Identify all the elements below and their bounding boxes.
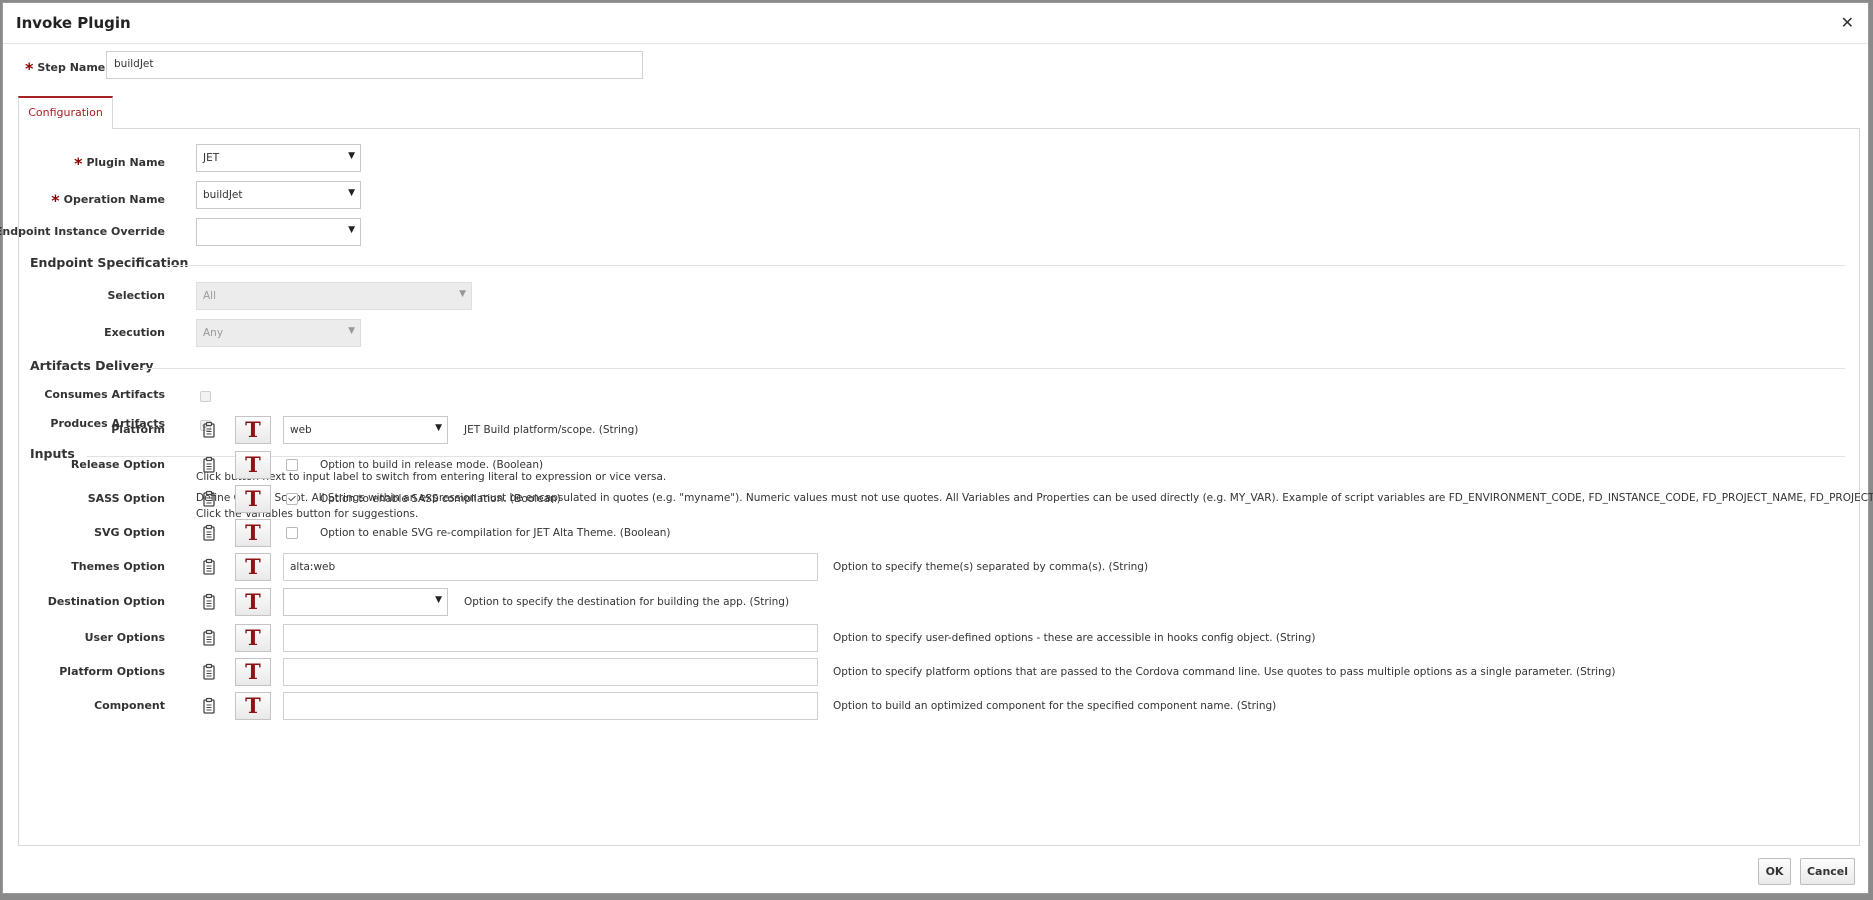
operation-name-select[interactable]: buildJet ▼ bbox=[196, 181, 361, 209]
platform-options-description: Option to specify platform options that … bbox=[833, 666, 1616, 678]
step-name-label-text: Step Name bbox=[37, 61, 106, 74]
platform-description: JET Build platform/scope. (String) bbox=[464, 424, 639, 436]
clipboard-icon[interactable] bbox=[202, 524, 216, 542]
plugin-name-select[interactable]: JET ▼ bbox=[196, 144, 361, 172]
svg-option-description: Option to enable SVG re-compilation for … bbox=[320, 527, 671, 539]
tab-configuration[interactable]: Configuration bbox=[18, 96, 113, 129]
component-description: Option to build an optimized component f… bbox=[833, 700, 1277, 712]
themes-option-input[interactable]: alta:web bbox=[283, 553, 818, 581]
artifacts-delivery-heading: Artifacts Delivery bbox=[30, 358, 154, 373]
endpoint-override-select[interactable]: ▼ bbox=[196, 218, 361, 246]
themes-option-expression-toggle-button[interactable]: T bbox=[235, 553, 271, 581]
clipboard-icon[interactable] bbox=[202, 697, 216, 715]
component-input[interactable] bbox=[283, 692, 818, 720]
release-option-checkbox[interactable] bbox=[286, 459, 298, 471]
close-icon[interactable]: ✕ bbox=[1841, 13, 1854, 32]
configuration-panel: * Plugin Name JET ▼ * Operation Name build… bbox=[0, 128, 1873, 846]
execution-value: Any bbox=[203, 327, 224, 339]
themes-option-label: Themes Option bbox=[71, 560, 165, 573]
operation-name-label: * Operation Name bbox=[51, 188, 165, 210]
themes-option-description: Option to specify theme(s) separated by … bbox=[833, 561, 1149, 573]
destination-option-select[interactable]: ▼ bbox=[283, 588, 448, 616]
destination-option-description: Option to specify the destination for bu… bbox=[464, 596, 790, 608]
operation-name-value: buildJet bbox=[203, 189, 243, 201]
execution-select: Any ▼ bbox=[196, 319, 361, 347]
dropdown-arrow-icon: ▼ bbox=[459, 289, 466, 299]
user-options-input[interactable] bbox=[283, 624, 818, 652]
dropdown-arrow-icon: ▼ bbox=[348, 188, 355, 198]
dialog-titlebar: Invoke Plugin ✕ bbox=[3, 3, 1868, 44]
section-divider bbox=[141, 368, 1845, 369]
svg-option-checkbox[interactable] bbox=[286, 527, 298, 539]
platform-options-input[interactable] bbox=[283, 658, 818, 686]
ok-button[interactable]: OK bbox=[1758, 858, 1791, 885]
platform-expression-toggle-button[interactable]: T bbox=[235, 416, 271, 444]
dropdown-arrow-icon: ▼ bbox=[435, 423, 442, 433]
platform-value: web bbox=[290, 424, 312, 436]
dropdown-arrow-icon: ▼ bbox=[348, 225, 355, 235]
platform-options-expression-toggle-button[interactable]: T bbox=[235, 658, 271, 686]
user-options-description: Option to specify user-defined options -… bbox=[833, 632, 1316, 644]
clipboard-icon[interactable] bbox=[202, 490, 216, 508]
selection-value: All bbox=[203, 290, 217, 302]
destination-option-label: Destination Option bbox=[47, 595, 165, 608]
sass-option-expression-toggle-button[interactable]: T bbox=[235, 485, 271, 513]
required-marker: * bbox=[51, 191, 60, 210]
clipboard-icon[interactable] bbox=[202, 456, 216, 474]
clipboard-icon[interactable] bbox=[202, 593, 216, 611]
dialog-title: Invoke Plugin bbox=[16, 14, 131, 32]
inputs-heading: Inputs bbox=[30, 446, 75, 461]
release-option-expression-toggle-button[interactable]: T bbox=[235, 451, 271, 479]
step-name-label: * Step Name bbox=[25, 56, 106, 78]
plugin-name-value: JET bbox=[203, 152, 220, 164]
sass-option-checkbox[interactable] bbox=[286, 493, 298, 505]
selection-select: All ▼ bbox=[196, 282, 472, 310]
section-divider bbox=[87, 456, 1845, 457]
sass-option-label: SASS Option bbox=[87, 492, 165, 505]
plugin-name-label-text: Plugin Name bbox=[86, 156, 165, 169]
plugin-name-label: * Plugin Name bbox=[74, 151, 165, 173]
cancel-button[interactable]: Cancel bbox=[1800, 858, 1855, 885]
consumes-artifacts-label: Consumes Artifacts bbox=[44, 388, 165, 401]
required-marker: * bbox=[74, 154, 83, 173]
clipboard-icon[interactable] bbox=[202, 629, 216, 647]
variables-hint-text: Click the Variables button for suggestio… bbox=[196, 508, 419, 520]
required-marker: * bbox=[25, 59, 34, 78]
platform-select[interactable]: web ▼ bbox=[283, 416, 448, 444]
selection-label: Selection bbox=[107, 289, 165, 302]
execution-label: Execution bbox=[104, 326, 165, 339]
dropdown-arrow-icon: ▼ bbox=[435, 595, 442, 605]
platform-options-label: Platform Options bbox=[59, 665, 165, 678]
invoke-plugin-dialog: Invoke Plugin ✕ * Step Name buildJet Conf… bbox=[0, 2, 1873, 894]
dropdown-arrow-icon: ▼ bbox=[348, 151, 355, 161]
endpoint-override-label: Endpoint Instance Override bbox=[0, 225, 165, 238]
dropdown-arrow-icon: ▼ bbox=[348, 326, 355, 336]
component-expression-toggle-button[interactable]: T bbox=[235, 692, 271, 720]
clipboard-icon[interactable] bbox=[202, 558, 216, 576]
clipboard-icon[interactable] bbox=[202, 663, 216, 681]
endpoint-specification-heading: Endpoint Specification bbox=[30, 255, 189, 270]
svg-option-label: SVG Option bbox=[94, 526, 165, 539]
user-options-expression-toggle-button[interactable]: T bbox=[235, 624, 271, 652]
component-label: Component bbox=[94, 699, 165, 712]
user-options-label: User Options bbox=[84, 631, 165, 644]
operation-name-label-text: Operation Name bbox=[63, 193, 165, 206]
sass-option-description: Option to enable SASS compilation. (Bool… bbox=[320, 493, 561, 505]
step-name-input[interactable]: buildJet bbox=[106, 51, 643, 79]
destination-option-expression-toggle-button[interactable]: T bbox=[235, 588, 271, 616]
consumes-artifacts-checkbox bbox=[200, 391, 211, 402]
clipboard-icon[interactable] bbox=[202, 421, 216, 439]
platform-label: Platform bbox=[111, 423, 165, 436]
svg-option-expression-toggle-button[interactable]: T bbox=[235, 519, 271, 547]
section-divider bbox=[165, 265, 1845, 266]
release-option-label: Release Option bbox=[70, 458, 165, 471]
release-option-description: Option to build in release mode. (Boolea… bbox=[320, 459, 544, 471]
